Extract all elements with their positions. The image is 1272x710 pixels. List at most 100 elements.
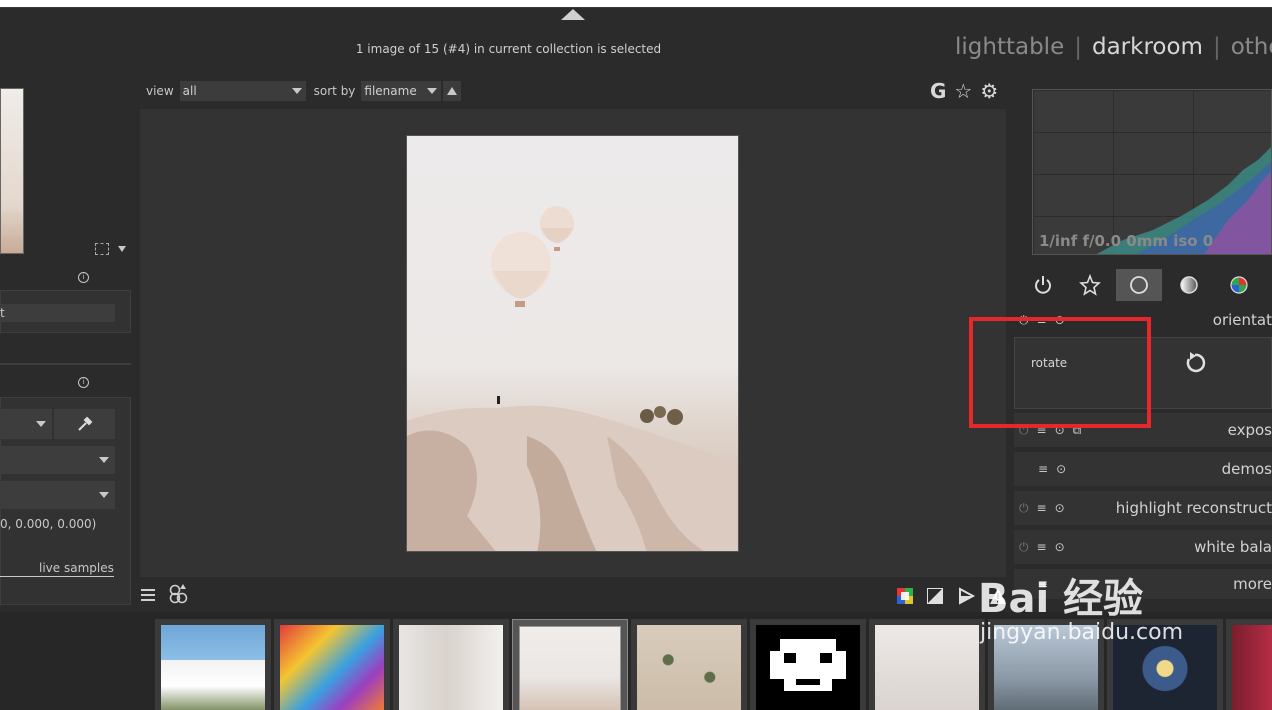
picker-type-combo[interactable] <box>0 446 115 474</box>
display-mode-icon[interactable] <box>95 243 109 255</box>
rotate-icon[interactable] <box>1183 351 1207 375</box>
module-groups <box>1020 269 1272 301</box>
sort-order-button[interactable] <box>443 80 462 101</box>
baidu-watermark: Bai 经验 jingyan.baidu.com <box>978 577 1183 645</box>
presets-menu-icon[interactable]: ≡ <box>1037 540 1047 554</box>
filter-bar: view all sort by filename <box>146 80 462 101</box>
chevron-down-icon[interactable] <box>118 246 126 252</box>
top-border <box>0 7 1272 8</box>
chevron-down-icon <box>99 457 109 463</box>
active-modules-group-button[interactable] <box>1020 269 1066 301</box>
eyedropper-icon <box>77 416 92 431</box>
module-name: orientat <box>1212 311 1272 329</box>
text-entry-value: t <box>0 306 5 320</box>
text-entry[interactable]: t <box>0 304 115 322</box>
basic-group-button[interactable] <box>1116 269 1162 301</box>
histogram[interactable]: 1/inf f/0.0 0mm iso 0 <box>1032 89 1272 255</box>
reset-icon[interactable]: ⊙ <box>1055 501 1065 515</box>
bottom-toolbar <box>140 579 1012 609</box>
sort-by-combo[interactable]: filename <box>361 80 442 101</box>
reset-icon[interactable]: ⊙ <box>1055 540 1065 554</box>
power-icon[interactable]: ⏻ <box>1019 501 1029 516</box>
module-name: highlight reconstruct <box>1115 499 1272 517</box>
tone-icon <box>1180 276 1198 294</box>
histogram-curve <box>1096 147 1271 254</box>
view-separator: | <box>1212 34 1221 60</box>
module-name: white bala <box>1194 538 1272 556</box>
selection-status: 1 image of 15 (#4) in current collection… <box>355 42 662 56</box>
module-name: more <box>1233 575 1272 593</box>
color-assessment-icon[interactable] <box>897 588 913 604</box>
star-icon <box>1079 274 1101 296</box>
picker-mode-combo[interactable] <box>0 409 52 439</box>
sort-by-value: filename <box>364 83 417 98</box>
view-filter-combo[interactable]: all <box>179 80 306 101</box>
module-controls: ⏻ ≡ ⊙ <box>1019 540 1065 555</box>
gear-icon[interactable]: ⚙ <box>980 79 998 103</box>
image-canvas[interactable] <box>140 109 1006 577</box>
module-name: demos <box>1221 460 1272 478</box>
filmstrip-thumb[interactable] <box>155 619 271 710</box>
filmstrip-thumb[interactable] <box>274 619 390 710</box>
reset-icon[interactable]: ⊙ <box>1056 462 1066 476</box>
grouping-icon[interactable]: G <box>930 79 946 103</box>
module-demosaic[interactable]: ≡ ⊙ demos <box>1014 452 1272 486</box>
styles-icon[interactable] <box>169 583 189 605</box>
live-samples-underline <box>0 576 114 577</box>
presets-menu-icon[interactable]: ≡ <box>1037 501 1047 515</box>
exif-info: 1/inf f/0.0 0mm iso 0 <box>1039 232 1214 250</box>
watermark-url: jingyan.baidu.com <box>980 620 1184 645</box>
balloon-landscape-image <box>407 206 738 551</box>
info-icon[interactable]: i <box>78 272 89 283</box>
color-picker-button[interactable] <box>54 409 115 439</box>
top-right-icons: G ☆ ⚙ <box>930 79 998 103</box>
filmstrip-thumb[interactable] <box>750 619 866 710</box>
view-separator: | <box>1074 34 1082 60</box>
view-switcher: lighttable | darkroom | othe <box>955 34 1272 60</box>
chevron-down-icon <box>36 421 46 427</box>
live-samples-label[interactable]: live samples <box>39 561 114 575</box>
tone-group-button[interactable] <box>1166 269 1212 301</box>
color-group-button[interactable] <box>1216 269 1262 301</box>
filmstrip-thumb[interactable] <box>631 619 747 710</box>
navigation-preview[interactable] <box>0 88 24 254</box>
view-darkroom[interactable]: darkroom <box>1092 34 1203 60</box>
filmstrip-thumb-selected[interactable] <box>512 619 628 710</box>
divider <box>0 363 131 365</box>
filmstrip-thumb[interactable] <box>1226 619 1272 710</box>
info-icon[interactable]: i <box>78 377 89 388</box>
pixel-art-image <box>770 639 846 691</box>
filmstrip-thumb[interactable] <box>393 619 509 710</box>
view-filter-label: view <box>146 83 174 98</box>
view-lighttable[interactable]: lighttable <box>955 34 1064 60</box>
picked-color-values: 0, 0.000, 0.000) <box>0 517 97 531</box>
view-other[interactable]: othe <box>1231 34 1272 60</box>
sort-ascending-icon <box>447 86 458 95</box>
chevron-down-icon <box>427 87 438 94</box>
module-name: expos <box>1227 421 1272 439</box>
view-filter-value: all <box>182 83 197 98</box>
presets-menu-icon[interactable]: ≡ <box>1038 462 1048 476</box>
highlight-annotation <box>969 317 1151 428</box>
softproof-icon[interactable] <box>958 587 976 605</box>
overexposure-icon[interactable] <box>927 588 943 604</box>
menu-icon[interactable] <box>141 588 155 601</box>
picker-colorspace-combo[interactable] <box>0 481 115 509</box>
filmstrip-thumb[interactable] <box>869 619 985 710</box>
chevron-down-icon <box>99 492 109 498</box>
color-wheel-icon <box>1230 276 1248 294</box>
main-photo <box>406 135 739 552</box>
power-icon <box>1035 276 1051 294</box>
module-white-balance[interactable]: ⏻ ≡ ⊙ white bala <box>1014 530 1272 564</box>
star-overlay-icon[interactable]: ☆ <box>954 79 972 103</box>
chevron-down-icon <box>291 87 302 94</box>
module-controls: ≡ ⊙ <box>1038 462 1066 476</box>
module-controls: ⏻ ≡ ⊙ <box>1019 501 1065 516</box>
power-icon[interactable]: ⏻ <box>1019 540 1029 555</box>
circle-icon <box>1130 276 1148 294</box>
collapse-top-panel-arrow[interactable] <box>561 9 585 20</box>
module-highlight-reconstruction[interactable]: ⏻ ≡ ⊙ highlight reconstruct <box>1014 491 1272 525</box>
favorites-group-button[interactable] <box>1067 269 1113 301</box>
sort-by-label: sort by <box>313 83 356 98</box>
watermark-brand: Bai 经验 <box>978 576 1144 622</box>
